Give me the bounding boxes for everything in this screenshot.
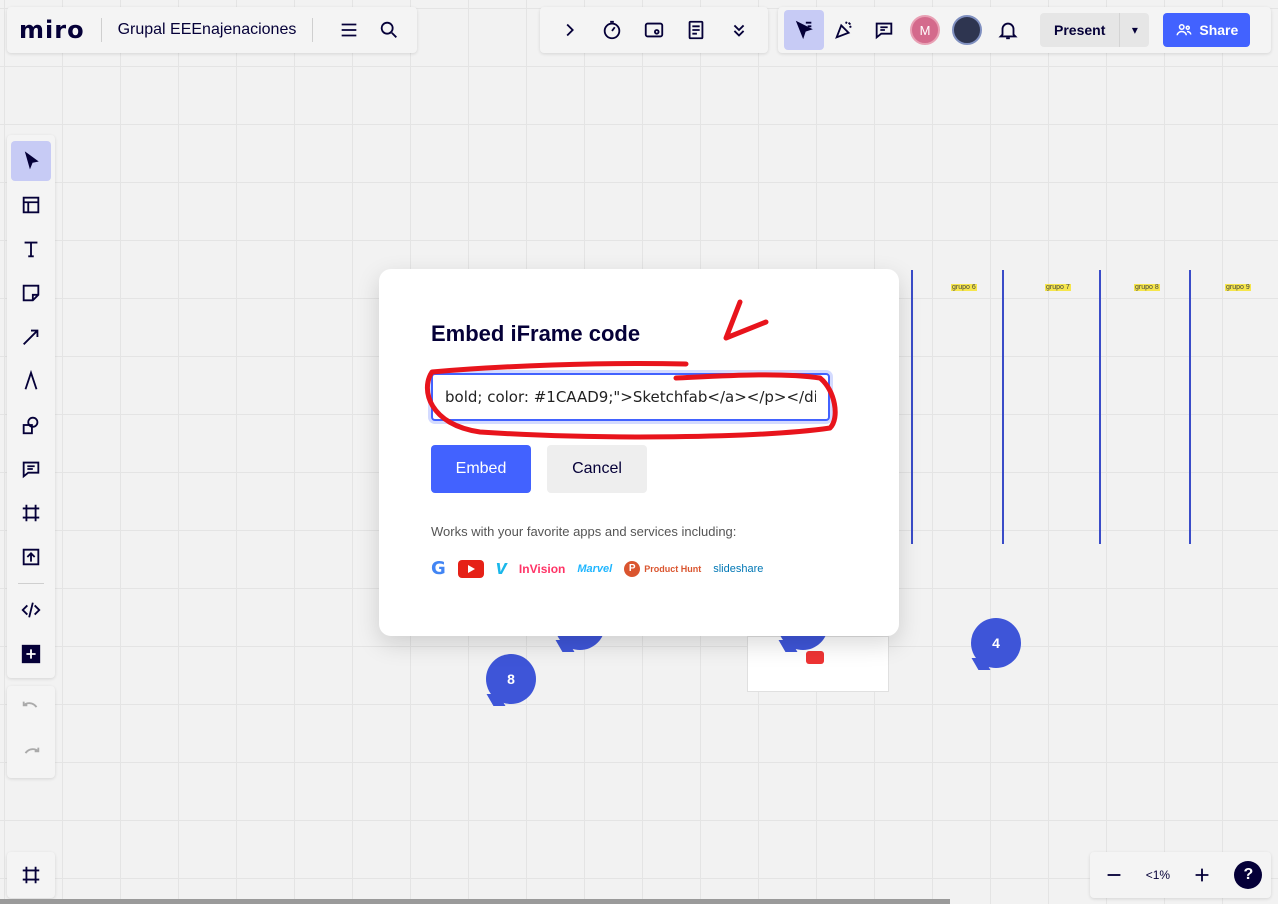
undo-icon[interactable] bbox=[11, 689, 51, 729]
video-chat-icon[interactable] bbox=[634, 10, 674, 50]
search-icon[interactable] bbox=[369, 10, 409, 50]
zoom-out-icon[interactable] bbox=[1099, 855, 1129, 895]
board-header: miro Grupal EEEnajenaciones bbox=[7, 7, 417, 53]
menu-icon[interactable] bbox=[329, 10, 369, 50]
zoom-panel: <1% ? bbox=[1090, 852, 1271, 898]
youtube-logo bbox=[457, 559, 484, 578]
left-toolbar bbox=[7, 135, 55, 678]
help-button[interactable]: ? bbox=[1234, 861, 1263, 889]
comments-icon[interactable] bbox=[864, 10, 904, 50]
chevron-right-icon[interactable] bbox=[549, 10, 589, 50]
text-icon[interactable] bbox=[11, 229, 51, 269]
frames-list-icon[interactable] bbox=[11, 855, 51, 895]
avatar-initial: M bbox=[919, 22, 931, 38]
user-avatar-m[interactable]: M bbox=[910, 15, 940, 45]
works-with-text: Works with your favorite apps and servic… bbox=[431, 524, 737, 539]
comment-icon[interactable] bbox=[11, 449, 51, 489]
timer-icon[interactable] bbox=[592, 10, 632, 50]
templates-icon[interactable] bbox=[11, 185, 51, 225]
zoom-in-icon[interactable] bbox=[1187, 855, 1217, 895]
divider bbox=[100, 18, 102, 42]
shapes-icon[interactable] bbox=[11, 405, 51, 445]
notes-icon[interactable] bbox=[676, 10, 716, 50]
board-title[interactable]: Grupal EEEnajenaciones bbox=[118, 21, 297, 39]
cursor-follow-icon[interactable] bbox=[784, 10, 824, 50]
horizontal-scrollbar[interactable] bbox=[0, 899, 950, 904]
share-label: Share bbox=[1199, 22, 1239, 38]
embed-modal: Embed iFrame code Embed Cancel Works wit… bbox=[379, 269, 899, 636]
modal-title: Embed iFrame code bbox=[431, 321, 641, 346]
collaboration-toolbar bbox=[540, 7, 768, 53]
upload-icon[interactable] bbox=[11, 537, 51, 577]
more-apps-icon[interactable] bbox=[11, 634, 51, 674]
slideshare-logo: slideshare bbox=[713, 562, 764, 575]
pen-icon[interactable] bbox=[11, 361, 51, 401]
services-logos: G v InVision Marvel P Product Hunt slide… bbox=[431, 557, 763, 580]
comment-count: 8 bbox=[507, 671, 515, 687]
divider bbox=[18, 583, 44, 584]
frame-label[interactable]: grupo 6 bbox=[951, 284, 977, 291]
embed-code-icon[interactable] bbox=[11, 590, 51, 630]
comment-count: 4 bbox=[992, 635, 1000, 651]
divider bbox=[312, 18, 314, 42]
vimeo-logo: v bbox=[495, 557, 507, 579]
producthunt-logo: P Product Hunt bbox=[624, 560, 702, 577]
frame-label[interactable]: grupo 9 bbox=[1225, 284, 1251, 291]
chevrons-down-icon[interactable] bbox=[719, 10, 759, 50]
select-cursor-icon[interactable] bbox=[11, 141, 51, 181]
cancel-button[interactable]: Cancel bbox=[547, 445, 647, 493]
celebrate-icon[interactable] bbox=[824, 10, 864, 50]
arrow-line-icon[interactable] bbox=[11, 317, 51, 357]
invision-logo: InVision bbox=[518, 561, 566, 576]
sticky-note-icon[interactable] bbox=[11, 273, 51, 313]
youtube-icon bbox=[806, 651, 824, 664]
bell-icon[interactable] bbox=[988, 10, 1028, 50]
top-right-toolbar: M Present ▾ Share bbox=[778, 7, 1271, 53]
producthunt-label: Product Hunt bbox=[644, 563, 702, 574]
frame-border bbox=[911, 270, 913, 544]
frame-border bbox=[1002, 270, 1004, 544]
redo-icon[interactable] bbox=[11, 735, 51, 775]
user-avatar-photo[interactable] bbox=[952, 15, 982, 45]
frame-border bbox=[1099, 270, 1101, 544]
frame-border bbox=[1189, 270, 1191, 544]
miro-logo[interactable]: miro bbox=[19, 16, 85, 44]
comment-bubble[interactable]: 4 bbox=[971, 618, 1021, 668]
google-logo: G bbox=[431, 558, 446, 579]
frame-icon[interactable] bbox=[11, 493, 51, 533]
share-button[interactable]: Share bbox=[1163, 13, 1251, 47]
embed-code-input[interactable] bbox=[431, 373, 830, 421]
frames-panel bbox=[7, 852, 55, 898]
undo-redo-panel bbox=[7, 686, 55, 778]
comment-bubble[interactable]: 8 bbox=[486, 654, 536, 704]
present-button[interactable]: Present bbox=[1040, 13, 1120, 47]
frame-label[interactable]: grupo 7 bbox=[1045, 284, 1071, 291]
embed-button[interactable]: Embed bbox=[431, 445, 531, 493]
users-icon bbox=[1176, 24, 1192, 36]
marvel-logo: Marvel bbox=[577, 562, 613, 575]
frame-label[interactable]: grupo 8 bbox=[1134, 284, 1160, 291]
zoom-level[interactable]: <1% bbox=[1146, 868, 1170, 882]
producthunt-icon: P bbox=[624, 560, 641, 577]
chevron-down-icon[interactable]: ▾ bbox=[1119, 13, 1150, 47]
